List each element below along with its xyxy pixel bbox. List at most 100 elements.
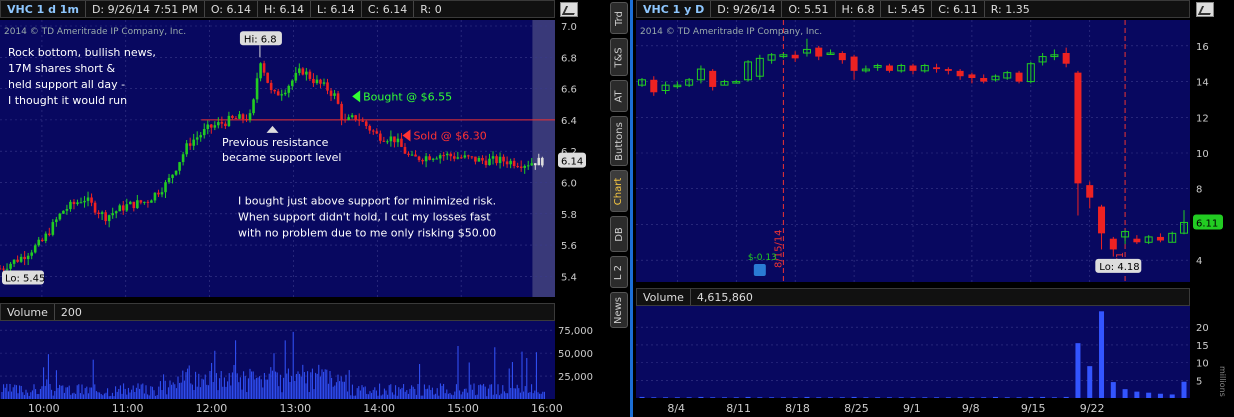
left-time-tick: 15:00: [447, 402, 479, 415]
intraday-candle: [146, 201, 150, 203]
daily-candle: [791, 54, 799, 59]
left-y-tick-label: 7.0: [561, 22, 577, 33]
right-range: R: 1.35: [983, 1, 1036, 17]
right-volume-bar: [769, 397, 775, 398]
intraday-candle: [185, 143, 188, 155]
right-date-tick: 8/25: [844, 402, 869, 415]
left-date: D: 9/26/14 7:51 PM: [84, 1, 204, 17]
right-volume-bar: [780, 397, 786, 398]
tab-buttons[interactable]: Buttons: [610, 116, 628, 166]
intraday-candle: [389, 136, 393, 142]
right-volume-bar: [851, 396, 857, 398]
intraday-candle: [519, 166, 523, 168]
intraday-candle: [192, 139, 195, 146]
right-volume-bar: [886, 397, 892, 398]
tab-trd[interactable]: Trd: [610, 2, 628, 34]
left-time-tick: 14:00: [363, 402, 395, 415]
intraday-candle: [354, 115, 357, 120]
intraday-candle: [435, 158, 438, 160]
right-chart-settings-icon[interactable]: [1196, 2, 1214, 17]
intraday-candle: [424, 156, 428, 162]
intraday-candle: [234, 117, 238, 119]
annotation-rock-bottom: held support all day -: [8, 78, 125, 91]
tab-l2[interactable]: L 2: [610, 256, 628, 288]
right-info-bar: VHC 1 y D D: 9/26/14 O: 5.51 H: 6.8 L: 5…: [636, 0, 1190, 18]
intraday-candle: [231, 115, 234, 118]
intraday-candle: [118, 205, 122, 212]
intraday-candle: [114, 211, 118, 214]
intraday-candle: [456, 157, 460, 159]
left-high: H: 6.14: [257, 1, 310, 17]
intraday-candle: [255, 78, 259, 100]
daily-candle: [838, 53, 846, 61]
left-volume-tick: 75,000: [558, 326, 593, 337]
intraday-candle: [58, 213, 62, 220]
tab-ts[interactable]: T&S: [610, 38, 628, 76]
intraday-candle: [488, 158, 491, 166]
intraday-candle: [273, 89, 276, 92]
left-y-tick-label: 6.6: [561, 85, 577, 96]
left-y-tick-label: 6.8: [561, 53, 577, 64]
right-volume-background: [636, 306, 1190, 398]
right-volume-bar: [1169, 394, 1175, 398]
left-y-tick-label: 5.6: [561, 241, 577, 252]
left-volume-label: Volume: [7, 305, 48, 319]
tab-at[interactable]: AT: [610, 80, 628, 112]
intraday-candle: [62, 210, 65, 214]
right-y-tick-label: 12: [1196, 113, 1209, 124]
daily-candle: [709, 70, 717, 87]
right-symbol[interactable]: VHC 1 y D: [637, 1, 710, 17]
intraday-candle: [379, 133, 382, 141]
left-time-tick: 16:00: [531, 402, 563, 415]
intraday-candle: [326, 82, 329, 91]
daily-candle: [1156, 236, 1164, 241]
tab-news[interactable]: News: [610, 292, 628, 328]
left-volume-chart: 75,000 50,000 25,000: [0, 321, 593, 399]
right-volume-bar: [981, 397, 987, 398]
intraday-candle: [86, 197, 90, 201]
intraday-candle: [287, 85, 291, 93]
tab-chart[interactable]: Chart: [610, 170, 628, 212]
intraday-candle: [340, 103, 343, 120]
intraday-candle: [417, 156, 421, 161]
right-date-tick: 9/22: [1080, 402, 1105, 415]
panel-divider[interactable]: [630, 0, 633, 417]
daily-candle: [1133, 238, 1141, 243]
right-y-tick-label: 14: [1196, 78, 1209, 89]
right-volume-bar: Volume 4,615,860: [636, 288, 1190, 306]
intraday-candle: [333, 93, 336, 96]
right-volume-bar: [663, 397, 669, 398]
left-volume-value: 200: [53, 304, 88, 320]
intraday-candle: [209, 124, 213, 128]
intraday-candle: [276, 91, 280, 96]
right-volume-tick: 5: [1196, 376, 1202, 387]
left-time-tick: 11:00: [112, 402, 144, 415]
intraday-candle: [495, 156, 498, 164]
intraday-candle: [463, 155, 467, 158]
right-volume-value: 4,615,860: [689, 289, 759, 305]
tab-db[interactable]: DB: [610, 216, 628, 252]
intraday-candle: [403, 146, 407, 154]
intraday-candle: [498, 156, 502, 164]
left-open: O: 6.14: [203, 1, 257, 17]
intraday-candle: [375, 131, 379, 134]
annotation-risk-note: with no problem due to me only risking $…: [238, 226, 496, 239]
intraday-candle: [5, 268, 9, 270]
daily-candle: [1098, 206, 1106, 234]
intraday-candle: [523, 165, 527, 168]
daily-candle: [650, 79, 658, 93]
right-high: H: 6.8: [834, 1, 881, 17]
intraday-candle: [530, 163, 534, 166]
intraday-candle: [23, 256, 26, 260]
daily-candle: [885, 65, 893, 71]
intraday-candle: [213, 125, 217, 128]
intraday-candle: [178, 162, 181, 171]
left-symbol[interactable]: VHC 1 d 1m: [1, 1, 85, 17]
annotation-rock-bottom: Rock bottom, bullish news,: [8, 46, 156, 59]
daily-candle: [1062, 53, 1070, 64]
right-volume-bar: [1087, 366, 1093, 398]
intraday-candle: [393, 136, 396, 143]
left-chart-settings-icon[interactable]: [560, 2, 578, 17]
intraday-candle: [445, 153, 449, 156]
intraday-candle: [12, 259, 16, 264]
